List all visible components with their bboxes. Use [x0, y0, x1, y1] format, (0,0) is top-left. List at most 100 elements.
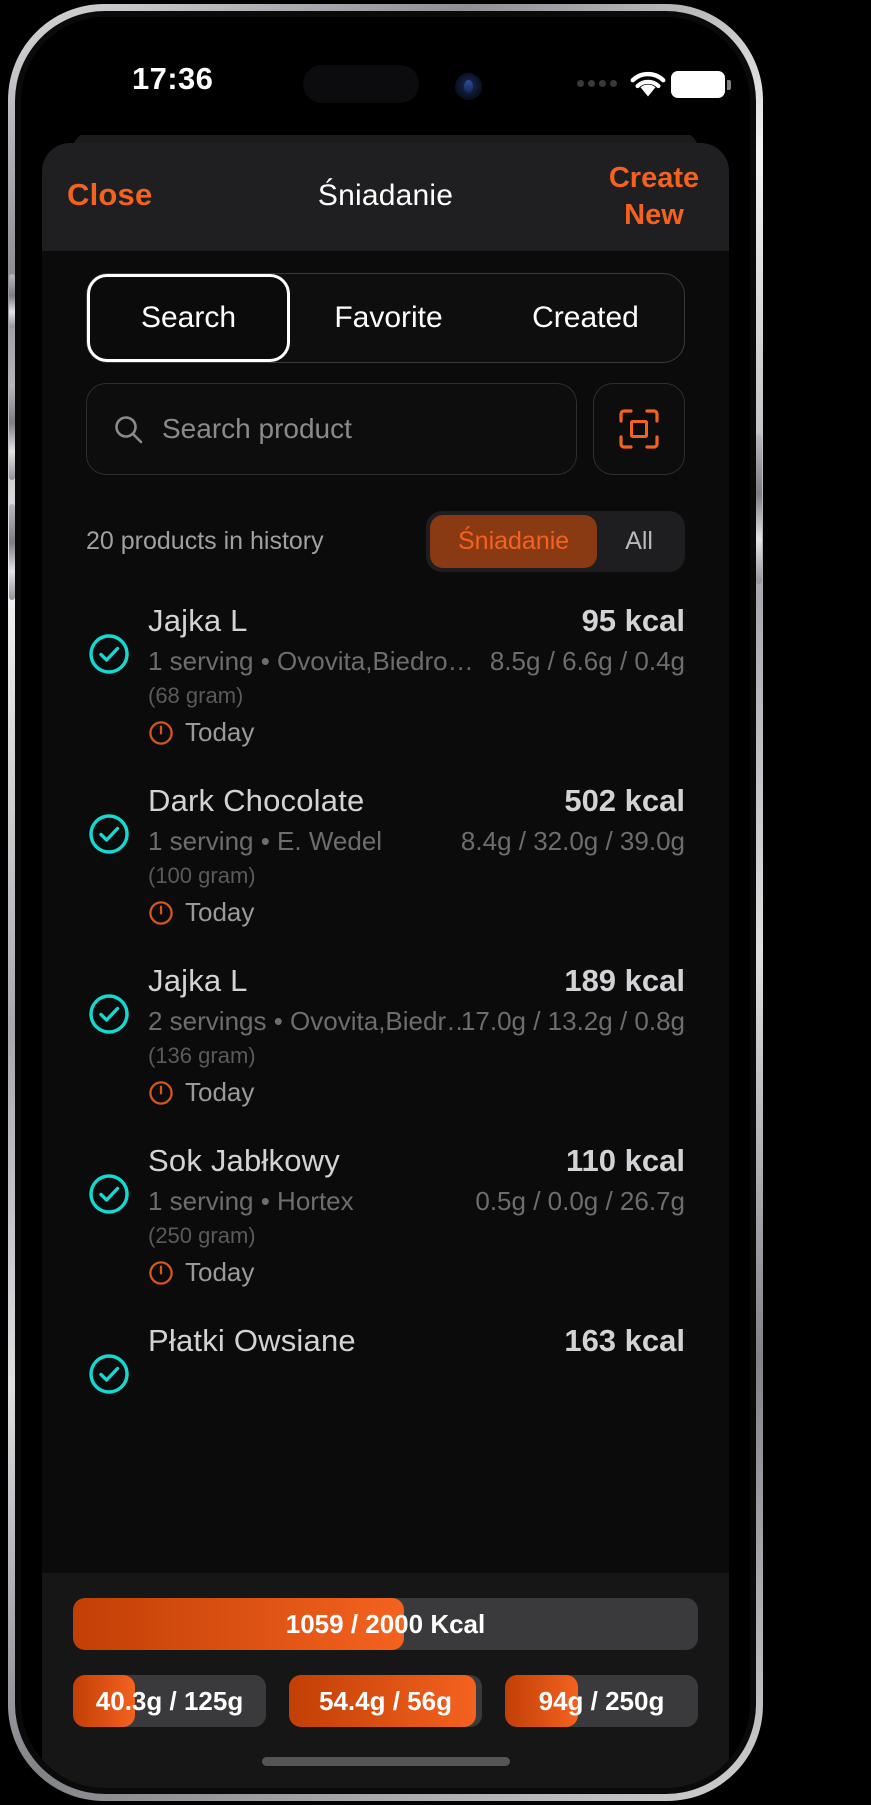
checked-icon[interactable] [88, 813, 130, 855]
nutrition-summary-bar: 1059 / 2000 Kcal 40.3g / 125g 54.4g / 56… [42, 1573, 729, 1788]
create-new-button[interactable]: Create New [599, 160, 709, 234]
barcode-scan-button[interactable] [593, 383, 685, 475]
product-date: Today [185, 1257, 255, 1287]
product-name: Dark Chocolate [148, 783, 365, 818]
macro-protein-bar: 40.3g / 125g [73, 1675, 266, 1727]
front-camera-icon [455, 73, 482, 100]
product-kcal: 110 kcal [566, 1143, 685, 1178]
product-row[interactable]: Sok Jabłkowy 110 kcal 1 serving • Hortex… [42, 1131, 729, 1311]
checked-icon[interactable] [88, 633, 130, 675]
clock-icon [149, 1260, 173, 1285]
phone-bezel: 17:36 Close Śniadanie Create New Search … [9, 11, 762, 1794]
checked-icon[interactable] [88, 993, 130, 1035]
product-date: Today [185, 1077, 255, 1107]
volume-down-button[interactable] [9, 504, 15, 600]
product-row-sub: 1 serving • Hortex 0.5g / 0.0g / 26.7g [148, 1186, 685, 1217]
product-row-sub: 1 serving • Ovovita,Biedro… 8.5g / 6.6g … [148, 646, 685, 677]
product-row-body: Dark Chocolate 502 kcal 1 serving • E. W… [148, 783, 685, 939]
product-macros: 8.5g / 6.6g / 0.4g [489, 646, 685, 676]
volume-up-button[interactable] [9, 384, 15, 480]
checked-icon[interactable] [88, 1173, 130, 1215]
product-row-body: Płatki Owsiane 163 kcal [148, 1323, 685, 1479]
search-field-wrapper[interactable] [86, 383, 577, 475]
product-row-body: Jajka L 95 kcal 1 serving • Ovovita,Bied… [148, 603, 685, 759]
product-row-top: Jajka L 189 kcal [148, 963, 685, 999]
product-gram: (250 gram) [148, 1223, 256, 1248]
product-date-group: Today [148, 1077, 685, 1108]
history-bar: 20 products in history Śniadanie All [86, 510, 685, 572]
power-button[interactable] [756, 434, 762, 584]
sheet-header: Close Śniadanie Create New [42, 143, 729, 251]
filter-pill-sniadanie[interactable]: Śniadanie [429, 514, 598, 568]
tab-created[interactable]: Created [487, 274, 684, 362]
phone-screen: 17:36 Close Śniadanie Create New Search … [21, 17, 750, 1788]
wifi-icon [630, 71, 666, 97]
product-date-group: Today [148, 1257, 685, 1288]
product-kcal: 502 kcal [564, 783, 685, 818]
status-time: 17:36 [132, 61, 214, 96]
cellular-dots-icon [577, 80, 617, 87]
product-serving: 2 servings • Ovovita,Biedr… [148, 1006, 461, 1036]
product-date-group: Today [148, 897, 685, 928]
product-macros: 17.0g / 13.2g / 0.8g [460, 1006, 685, 1036]
macro-fat-bar: 54.4g / 56g [289, 1675, 482, 1727]
barcode-scan-icon [619, 409, 659, 449]
product-kcal: 189 kcal [564, 963, 685, 998]
macro-progress-row: 40.3g / 125g 54.4g / 56g 94g / 250g [73, 1675, 698, 1727]
product-gram: (68 gram) [148, 683, 244, 708]
product-row-top: Dark Chocolate 502 kcal [148, 783, 685, 819]
product-serving: 1 serving • Ovovita,Biedro… [148, 646, 474, 676]
product-row-top: Jajka L 95 kcal [148, 603, 685, 639]
product-macros: 0.5g / 0.0g / 26.7g [475, 1186, 685, 1216]
product-gram: (136 gram) [148, 1043, 256, 1068]
clock-icon [149, 1080, 173, 1105]
product-date: Today [185, 717, 255, 747]
macro-fat-label: 54.4g / 56g [319, 1685, 452, 1716]
calorie-progress-bar: 1059 / 2000 Kcal [73, 1598, 698, 1650]
home-indicator[interactable] [261, 1757, 510, 1766]
create-new-line-2: New [624, 199, 684, 231]
product-serving: 1 serving • Hortex [148, 1186, 354, 1216]
macro-carbs-bar: 94g / 250g [505, 1675, 698, 1727]
tab-favorite[interactable]: Favorite [290, 274, 487, 362]
calorie-progress-label: 1059 / 2000 Kcal [285, 1608, 486, 1639]
product-name: Sok Jabłkowy [148, 1143, 340, 1178]
product-name: Jajka L [148, 603, 248, 638]
phone-frame: 17:36 Close Śniadanie Create New Search … [8, 4, 763, 1801]
checked-icon[interactable] [88, 1353, 130, 1395]
product-row[interactable]: Jajka L 189 kcal 2 servings • Ovovita,Bi… [42, 951, 729, 1131]
product-date-group: Today [148, 717, 685, 748]
product-row-sub: 2 servings • Ovovita,Biedr… 17.0g / 13.2… [148, 1006, 685, 1037]
macro-protein-label: 40.3g / 125g [95, 1685, 244, 1716]
dynamic-island [303, 65, 419, 103]
add-product-sheet: Close Śniadanie Create New Search Favori… [42, 143, 729, 1788]
product-name: Płatki Owsiane [148, 1323, 356, 1358]
product-row-sub: 1 serving • E. Wedel 8.4g / 32.0g / 39.0… [148, 826, 685, 857]
product-row-body: Sok Jabłkowy 110 kcal 1 serving • Hortex… [148, 1143, 685, 1299]
product-row[interactable]: Płatki Owsiane 163 kcal [42, 1311, 729, 1491]
product-kcal: 95 kcal [581, 603, 685, 638]
battery-full-icon [671, 71, 731, 98]
tab-search[interactable]: Search [87, 274, 290, 362]
meal-filter-group: Śniadanie All [425, 510, 685, 572]
status-bar: 17:36 [21, 17, 750, 135]
product-kcal: 163 kcal [564, 1323, 685, 1358]
product-macros: 8.4g / 32.0g / 39.0g [460, 826, 685, 856]
search-input[interactable] [162, 413, 576, 445]
product-row-top: Płatki Owsiane 163 kcal [148, 1323, 685, 1359]
macro-carbs-label: 94g / 250g [538, 1685, 665, 1716]
product-row[interactable]: Dark Chocolate 502 kcal 1 serving • E. W… [42, 771, 729, 951]
product-row-body: Jajka L 189 kcal 2 servings • Ovovita,Bi… [148, 963, 685, 1119]
search-row [86, 383, 685, 475]
product-row[interactable]: Jajka L 95 kcal 1 serving • Ovovita,Bied… [42, 591, 729, 771]
product-row-top: Sok Jabłkowy 110 kcal [148, 1143, 685, 1179]
product-name: Jajka L [148, 963, 248, 998]
product-serving: 1 serving • E. Wedel [148, 826, 383, 856]
search-icon [115, 415, 143, 443]
clock-icon [149, 720, 173, 745]
filter-pill-all[interactable]: All [597, 515, 681, 568]
clock-icon [149, 900, 173, 925]
silent-switch[interactable] [9, 274, 15, 328]
history-count-label: 20 products in history [86, 526, 324, 555]
segmented-tabs: Search Favorite Created [86, 273, 685, 363]
